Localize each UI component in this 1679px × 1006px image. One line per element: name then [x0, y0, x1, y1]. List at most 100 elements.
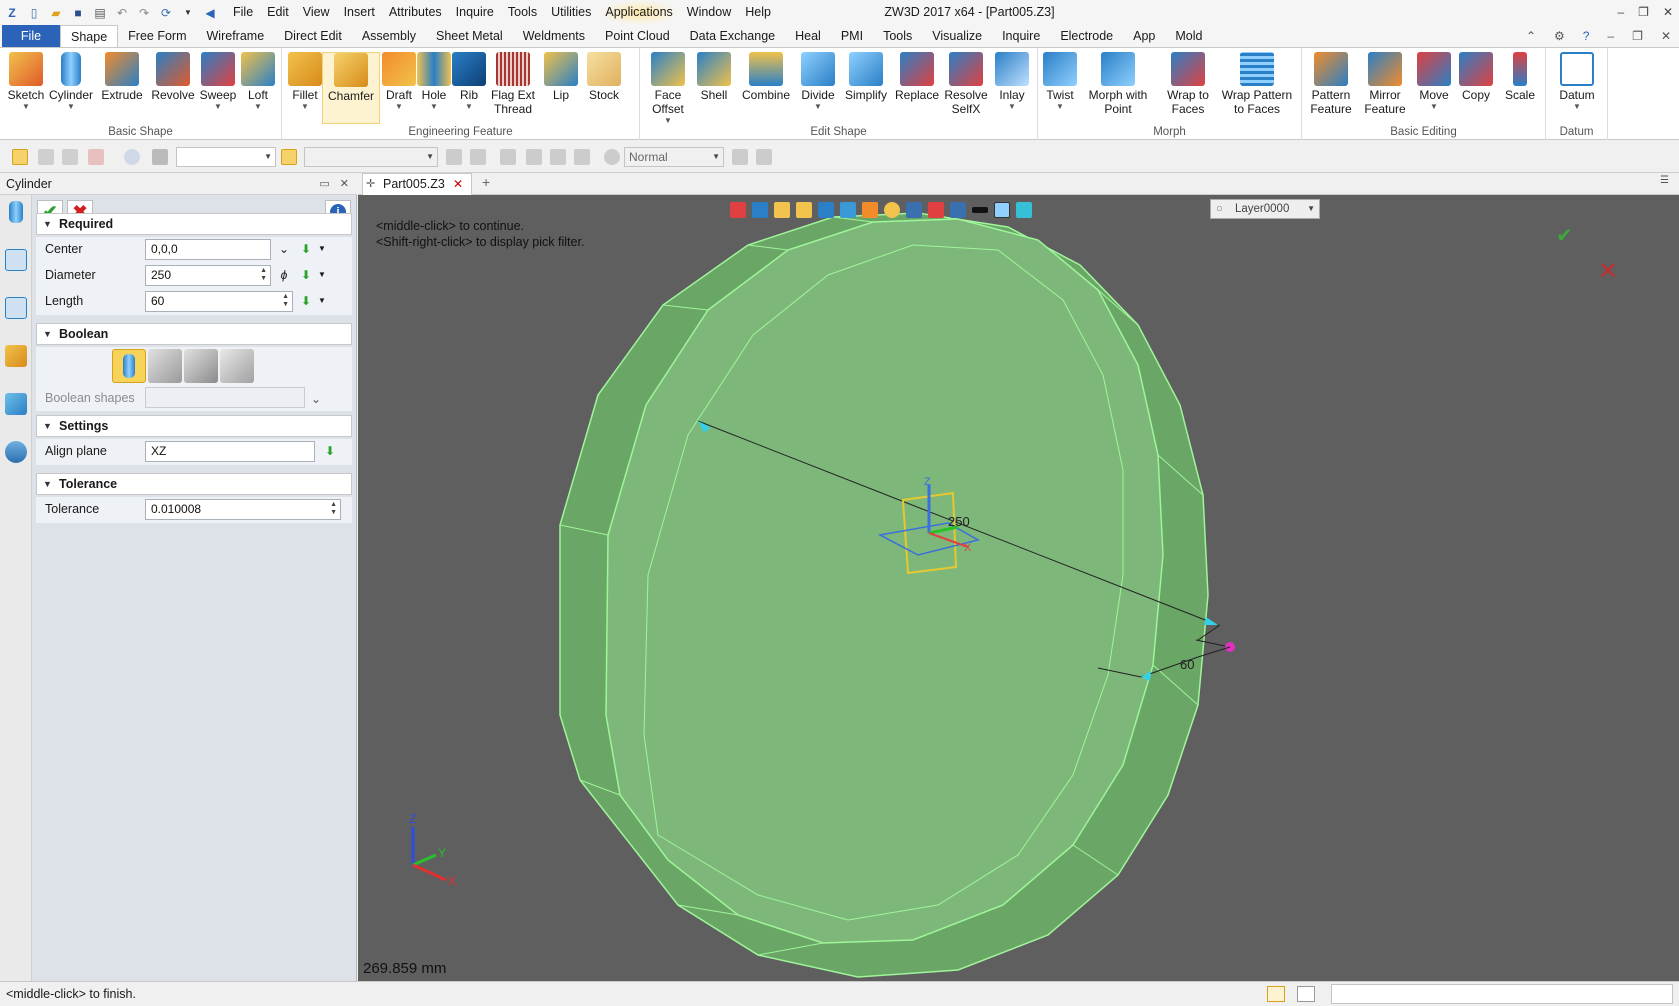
part-icon[interactable] — [5, 345, 27, 367]
section-required[interactable]: Required — [36, 213, 352, 235]
replace-button[interactable]: Replace — [894, 52, 940, 102]
doc-minimize-icon[interactable]: – — [1607, 25, 1614, 47]
diameter-input[interactable]: 250 ▲ ▼ — [145, 265, 271, 286]
section-settings[interactable]: Settings — [36, 415, 352, 437]
tab-heal[interactable]: Heal — [785, 25, 831, 47]
confirm-check-icon[interactable]: ✔ — [1556, 223, 1573, 248]
flag-ext-thread-button[interactable]: Flag Ext Thread — [488, 52, 538, 116]
tolerance-input[interactable]: 0.010008 ▲ ▼ — [145, 499, 341, 520]
view-display-icon[interactable] — [840, 202, 856, 218]
render-mode-combo[interactable]: Normal ▼ — [624, 147, 724, 167]
draft-button[interactable]: Draft ▼ — [380, 52, 418, 111]
line-color-icon[interactable] — [972, 207, 988, 213]
view-plane-icon[interactable] — [1016, 202, 1032, 218]
stepper-icon[interactable]: ▲ ▼ — [330, 501, 337, 517]
shell-button[interactable]: Shell — [696, 52, 732, 102]
view-section-icon[interactable] — [928, 202, 944, 218]
tab-weldments[interactable]: Weldments — [513, 25, 595, 47]
pick-value-icon[interactable]: ⬇ — [298, 267, 314, 283]
menu-window[interactable]: Window — [680, 0, 738, 25]
view-tool-icon[interactable] — [730, 202, 746, 218]
wrap-pattern-to-faces-button[interactable]: Wrap Pattern to Faces — [1218, 52, 1296, 116]
inlay-button[interactable]: Inlay ▼ — [992, 52, 1032, 111]
tab-wireframe[interactable]: Wireframe — [197, 25, 275, 47]
layer-combo[interactable]: ○ Layer0000 ▼ — [1210, 199, 1320, 219]
pin-icon[interactable]: ✛ — [366, 174, 375, 194]
chevron-down-icon[interactable]: ▼ — [180, 5, 196, 21]
tab-free-form[interactable]: Free Form — [118, 25, 196, 47]
stock-button[interactable]: Stock — [584, 52, 624, 102]
tab-visualize[interactable]: Visualize — [922, 25, 992, 47]
add-shape-icon[interactable] — [148, 349, 182, 383]
filter-icon[interactable] — [152, 149, 168, 165]
menu-file[interactable]: File — [226, 0, 260, 25]
filter-combo[interactable]: ▼ — [176, 147, 276, 167]
chevron-down-icon[interactable]: ▼ — [314, 241, 330, 257]
tab-point-cloud[interactable]: Point Cloud — [595, 25, 680, 47]
chevron-down-icon[interactable]: ▼ — [314, 293, 330, 309]
tab-mold[interactable]: Mold — [1165, 25, 1212, 47]
pick-mode-icon[interactable] — [281, 149, 297, 165]
view-cube-icon[interactable] — [818, 202, 834, 218]
app-logo-icon[interactable]: Z — [4, 5, 20, 21]
status-list-icon[interactable] — [1297, 986, 1315, 1002]
menu-attributes[interactable]: Attributes — [382, 0, 449, 25]
panel-pin-icon[interactable]: ▭ — [319, 173, 329, 195]
tab-list-icon[interactable]: ☰ — [1660, 175, 1669, 186]
view-fit-icon[interactable] — [906, 202, 922, 218]
history-tree-icon[interactable] — [5, 249, 27, 271]
open-folder-icon[interactable]: ▰ — [48, 5, 64, 21]
remove-shape-icon[interactable] — [184, 349, 218, 383]
view-window-icon[interactable] — [950, 202, 966, 218]
sketch-button[interactable]: Sketch ▼ — [6, 52, 46, 111]
stepper-icon[interactable]: ▲ ▼ — [260, 267, 267, 283]
intersect-shape-icon[interactable] — [220, 349, 254, 383]
pick-value-icon[interactable]: ⬇ — [298, 293, 314, 309]
view-pencil-icon[interactable] — [774, 202, 790, 218]
close-icon[interactable]: ✕ — [1663, 0, 1673, 25]
fillet-button[interactable]: Fillet ▼ — [284, 52, 326, 111]
restore-icon[interactable]: ❐ — [1638, 0, 1649, 25]
sweep-button[interactable]: Sweep ▼ — [198, 52, 238, 111]
back-arrow-icon[interactable]: ◀ — [202, 5, 218, 21]
datum-button[interactable]: Datum ▼ — [1556, 52, 1598, 111]
command-input[interactable] — [1331, 984, 1673, 1004]
wrap-to-faces-button[interactable]: Wrap to Faces — [1164, 52, 1212, 116]
print-icon[interactable]: ▤ — [92, 5, 108, 21]
pick-filter-icon[interactable] — [88, 149, 104, 165]
tab-tools[interactable]: Tools — [873, 25, 922, 47]
gear-icon[interactable]: ⚙ — [1554, 25, 1565, 47]
align-plane-input[interactable]: XZ — [145, 441, 315, 462]
pattern-feature-button[interactable]: Pattern Feature — [1306, 52, 1356, 116]
align-icon[interactable] — [500, 149, 516, 165]
chamfer-button[interactable]: Chamfer — [322, 52, 380, 124]
combine-button[interactable]: Combine — [740, 52, 792, 102]
cylinder-button[interactable]: Cylinder ▼ — [48, 52, 94, 111]
assembly-tree-icon[interactable] — [5, 297, 27, 319]
center-input[interactable]: 0,0,0 — [145, 239, 271, 260]
new-file-icon[interactable]: ▯ — [26, 5, 42, 21]
stack-icon[interactable] — [550, 149, 566, 165]
status-tree-icon[interactable] — [1267, 986, 1285, 1002]
face-color-icon[interactable] — [994, 202, 1010, 218]
save-icon[interactable]: ■ — [70, 5, 86, 21]
refresh-icon[interactable]: ⟳ — [158, 5, 174, 21]
pin-icon[interactable] — [574, 149, 590, 165]
twist-button[interactable]: Twist ▼ — [1042, 52, 1078, 111]
view-light-icon[interactable] — [884, 202, 900, 218]
length-input[interactable]: 60 ▲ ▼ — [145, 291, 293, 312]
pick-plane-icon[interactable]: ⬇ — [322, 443, 338, 459]
menu-help[interactable]: Help — [738, 0, 778, 25]
snap-icon[interactable] — [446, 149, 462, 165]
menu-insert[interactable]: Insert — [337, 0, 382, 25]
redo-icon[interactable]: ↷ — [136, 5, 152, 21]
grid-icon[interactable] — [470, 149, 486, 165]
chevron-double-icon[interactable]: ⌄ — [308, 391, 324, 407]
extrude-button[interactable]: Extrude — [100, 52, 144, 102]
tab-sheet-metal[interactable]: Sheet Metal — [426, 25, 513, 47]
menu-applications[interactable]: Applications — [598, 0, 680, 25]
user-icon[interactable] — [5, 441, 27, 463]
face-offset-button[interactable]: Face Offset ▼ — [646, 52, 690, 125]
lasso-icon[interactable] — [124, 149, 140, 165]
render-icon[interactable] — [604, 149, 620, 165]
